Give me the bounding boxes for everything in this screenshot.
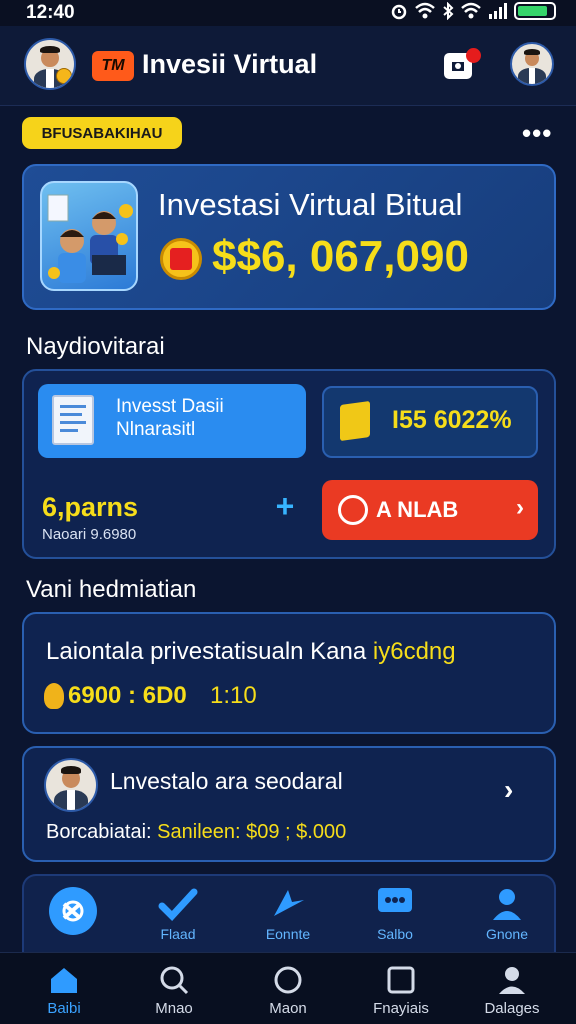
quick-action-gnone[interactable]: Gnone (462, 886, 552, 942)
swap-icon (28, 886, 118, 935)
action-button-label: A NLAB (376, 497, 459, 522)
news-amount: 6900 : 6D0 (68, 682, 187, 709)
news-title-text: Laiontala privestatisualn Kana (46, 638, 373, 665)
coin-icon (160, 238, 202, 280)
quick-action-label: Eonnte (265, 926, 311, 942)
app-logo: TM (92, 51, 134, 81)
category-pill[interactable]: BFUSABAKIHAU (22, 117, 182, 149)
cell-signal-icon (489, 3, 507, 19)
search-icon (124, 960, 224, 1000)
nav-label-home: Baibi (47, 1000, 81, 1017)
advisor-card[interactable] (22, 746, 556, 862)
square-icon (351, 960, 451, 1000)
check-badge-icon (133, 886, 223, 924)
nav-label-square: Fnayiais (373, 1000, 429, 1017)
section-title-overview: Naydiovitarai (26, 333, 165, 360)
nav-item-circle[interactable]: Maon (238, 960, 338, 1017)
more-horizontal-icon[interactable]: ••• (522, 118, 552, 149)
invest-card-subtitle: Nlnarasitl (116, 419, 196, 440)
status-time: 12:40 (26, 2, 75, 23)
advisor-title: Lnvestalo ara seodaral (110, 768, 343, 794)
document-icon (52, 395, 94, 445)
nav-item-profile[interactable]: Dalages (462, 960, 562, 1017)
bluetooth-icon (443, 2, 454, 20)
advisor-avatar (44, 758, 98, 812)
money-bag-icon (44, 683, 64, 709)
chevron-right-icon[interactable]: › (504, 774, 513, 806)
advisor-sub-value: Sanileen: $09 ; $.000 (157, 821, 347, 843)
balance-value: 6,parns (42, 492, 139, 522)
target-icon (338, 495, 368, 525)
profile-icon (462, 960, 562, 1000)
chat-icon (350, 886, 440, 924)
circle-icon (238, 960, 338, 1000)
news-title: Laiontala privestatisualn Kana iy6cdng (46, 638, 456, 666)
add-icon[interactable]: + (270, 488, 300, 524)
action-button[interactable]: A NLAB › (322, 480, 538, 540)
coin-badge-icon (56, 68, 72, 84)
nav-item-home[interactable]: Baibi (14, 960, 114, 1017)
quick-action-label: Gnone (485, 926, 529, 942)
status-icons (390, 2, 556, 20)
news-time: 1:10 (210, 682, 257, 709)
quick-action-label: Salbo (377, 926, 413, 942)
notification-badge (466, 48, 481, 63)
news-title-highlight: iy6cdng (372, 638, 456, 665)
battery-icon (514, 2, 556, 20)
nav-label-search: Mnao (155, 1000, 193, 1017)
quick-action-swap[interactable] (28, 886, 118, 935)
wifi-icon (415, 2, 435, 19)
quick-action-label: Flaad (160, 926, 196, 942)
signal-wifi-icon (461, 2, 481, 19)
profile-avatar[interactable] (510, 42, 554, 86)
user-avatar[interactable] (24, 38, 76, 90)
send-icon (243, 886, 333, 924)
nav-item-square[interactable]: Fnayiais (351, 960, 451, 1017)
quick-action-salbo[interactable]: Salbo (350, 886, 440, 942)
nav-label-circle: Maon (269, 1000, 307, 1017)
chevron-right-icon: › (516, 494, 524, 521)
user-icon (462, 886, 552, 924)
alarm-icon (391, 4, 407, 20)
balance-label: Naoari 9.6980 (42, 526, 137, 543)
quick-action-flaad[interactable]: Flaad (133, 886, 223, 942)
hero-title: Investasi Virtual Bitual (158, 187, 463, 222)
gold-cube-icon (340, 400, 370, 442)
section-title-news: Vani hedmiatian (26, 576, 197, 603)
news-card[interactable] (22, 612, 556, 734)
investors-illustration (40, 181, 138, 291)
advisor-subtitle: Borcabiatai: Sanileen: $09 ; $.000 (46, 821, 346, 844)
nav-item-search[interactable]: Mnao (124, 960, 224, 1017)
advisor-sub-label: Borcabiatai: (46, 821, 158, 843)
quick-action-eonnte[interactable]: Eonnte (243, 886, 333, 942)
nav-label-profile: Dalages (484, 1000, 540, 1017)
app-title: Invesii Virtual (142, 49, 318, 79)
home-icon (14, 960, 114, 1000)
portfolio-amount: $$6, 067,090 (212, 232, 469, 281)
invest-card-title: Invesst Dasii (116, 396, 224, 417)
return-percent-value: I55 6022% (392, 406, 512, 434)
